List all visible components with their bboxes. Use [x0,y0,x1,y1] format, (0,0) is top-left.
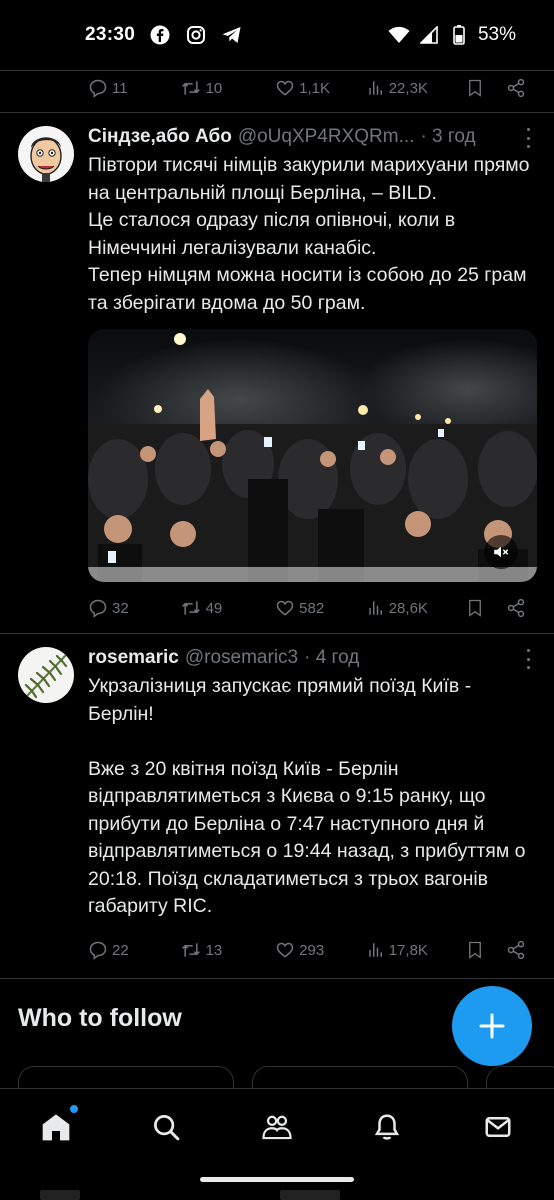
nav-messages[interactable] [482,1111,514,1143]
share-button[interactable] [506,598,530,618]
nav-home[interactable] [40,1105,78,1143]
home-indicator[interactable] [200,1177,354,1182]
bookmark-icon [469,599,482,617]
nav-notifications[interactable] [371,1111,403,1143]
like-button[interactable]: 1,1K [275,78,367,98]
author-handle[interactable]: @rosemaric3 [185,647,298,669]
tweet-header: Сіндзе,або Або @oUqXP4RXQRm... · 3 год [88,126,530,148]
tweet-text: Півтори тисячі німців закурили марихуани… [88,154,530,314]
author-name[interactable]: Сіндзе,або Або [88,126,232,148]
reply-icon [89,599,107,618]
avatar[interactable] [18,126,74,182]
previous-tweet-actions: 11 10 1,1K 22,3K [88,73,530,103]
divider [0,112,554,113]
views-icon [368,943,382,957]
nav-search[interactable] [150,1111,182,1143]
views-icon [368,601,382,615]
more-options-button[interactable] [520,128,536,148]
author-name[interactable]: rosemaric [88,647,179,669]
retweet-icon [181,81,200,95]
wifi-icon [388,24,410,46]
views-button[interactable]: 17,8K [367,941,467,959]
signal-icon [418,24,440,46]
tweet-text: Укрзалізниця запускає прямий поїзд Київ … [88,675,526,917]
retweet-icon [181,943,200,957]
instagram-icon [185,24,207,46]
views-icon [368,81,382,95]
more-options-button[interactable] [520,649,536,669]
notifications-icon [374,1114,400,1140]
search-icon [154,1115,180,1141]
compose-button[interactable] [452,986,532,1066]
next-item-sliver [280,1190,340,1200]
heart-icon [276,600,294,616]
reply-icon [89,79,107,98]
reply-icon [89,941,107,960]
bookmark-button[interactable] [466,78,506,98]
avatar[interactable] [18,647,74,703]
share-button[interactable] [506,78,530,98]
author-handle[interactable]: @oUqXP4RXQRm... [238,126,415,148]
divider [0,633,554,634]
share-icon [507,78,525,98]
bookmark-button[interactable] [466,598,506,618]
facebook-icon [149,24,171,46]
notification-dot [70,1105,78,1113]
clock: 23:30 [85,24,136,45]
telegram-icon [221,24,243,46]
tweet-header: rosemaric @rosemaric3 · 4 год [88,647,530,669]
bottom-navigation [0,1088,554,1200]
views-button[interactable]: 28,6K [367,599,467,617]
share-icon [507,598,525,618]
plus-icon [479,1013,505,1039]
home-icon [42,1114,70,1141]
communities-icon [262,1115,292,1140]
views-button[interactable]: 22,3K [367,79,467,97]
retweet-button[interactable]: 10 [180,78,276,98]
mute-icon [494,546,509,558]
retweet-button[interactable]: 13 [180,940,276,960]
divider [0,70,554,71]
mute-button[interactable] [484,535,518,569]
retweet-button[interactable]: 49 [180,598,276,618]
tweet-video[interactable] [88,329,537,582]
status-bar: 23:30 53% [0,0,554,70]
tweet-actions: 32 49 582 28,6K [88,593,530,623]
tweet-actions: 22 13 293 17,8K [88,935,530,965]
reply-button[interactable]: 22 [88,940,180,960]
share-button[interactable] [506,940,530,960]
nav-communities[interactable] [261,1111,293,1143]
reply-button[interactable]: 32 [88,598,180,618]
who-to-follow-title: Who to follow [18,1004,182,1032]
battery-icon [448,24,470,46]
heart-icon [276,80,294,96]
post-time: · 3 год [420,126,476,147]
like-button[interactable]: 582 [275,598,367,618]
battery-level: 53% [477,24,516,45]
divider [0,978,554,979]
like-button[interactable]: 293 [275,940,367,960]
reply-button[interactable]: 11 [88,78,180,98]
next-item-sliver [40,1190,80,1200]
bookmark-button[interactable] [466,940,506,960]
share-icon [507,940,525,960]
bookmark-icon [469,79,482,97]
retweet-icon [181,601,200,615]
bookmark-icon [469,941,482,959]
post-time: · 4 год [304,647,360,668]
messages-icon [485,1117,511,1137]
heart-icon [276,942,294,958]
